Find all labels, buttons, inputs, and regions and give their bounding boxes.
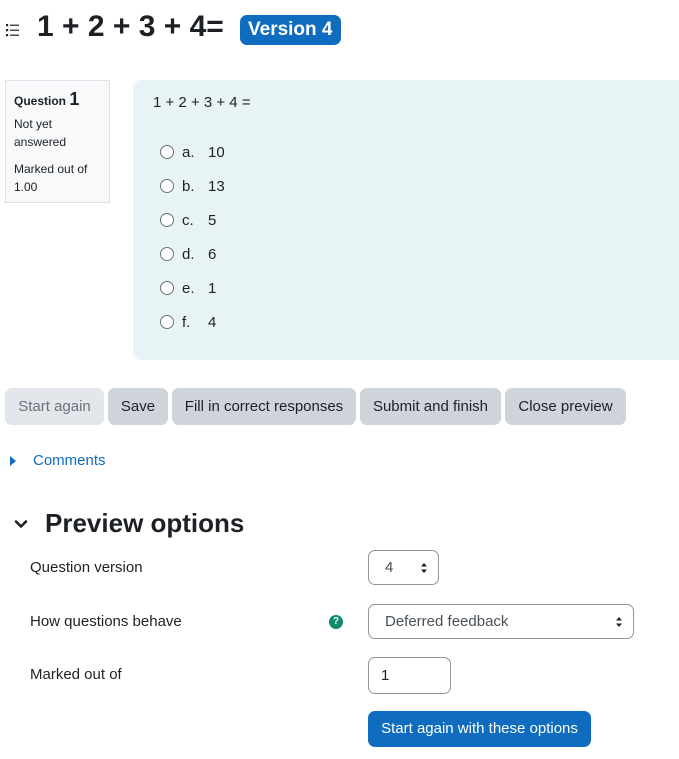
radio-button[interactable] xyxy=(160,179,174,193)
behaviour-select[interactable]: Deferred feedback xyxy=(368,604,634,639)
question-grade: Marked out of 1.00 xyxy=(14,162,88,194)
sort-arrows-icon xyxy=(616,617,622,627)
fill-correct-button[interactable]: Fill in correct responses xyxy=(172,388,356,425)
question-number-value: 1 xyxy=(69,89,80,109)
behaviour-label: How questions behave xyxy=(30,613,182,630)
comments-label: Comments xyxy=(33,452,106,469)
submit-finish-button[interactable]: Submit and finish xyxy=(360,388,501,425)
answer-value: 13 xyxy=(208,177,225,195)
answer-option[interactable]: f. 4 xyxy=(160,311,216,333)
page-title: 1 + 2 + 3 + 4= xyxy=(37,10,224,43)
question-version-value: 4 xyxy=(385,559,394,576)
start-again-with-options-button[interactable]: Start again with these options xyxy=(368,711,591,747)
answer-letter: f. xyxy=(182,313,191,331)
preview-options-title: Preview options xyxy=(45,508,245,538)
answer-letter: a. xyxy=(182,143,195,161)
question-info: Question 1 Not yet answered Marked out o… xyxy=(5,80,110,203)
radio-button[interactable] xyxy=(160,213,174,227)
answer-option[interactable]: e. 1 xyxy=(160,277,216,299)
answer-value: 1 xyxy=(208,279,217,297)
answer-value: 5 xyxy=(208,211,217,229)
close-preview-button[interactable]: Close preview xyxy=(505,388,626,425)
radio-button[interactable] xyxy=(160,281,174,295)
radio-button[interactable] xyxy=(160,145,174,159)
answer-value: 6 xyxy=(208,245,217,263)
list-icon[interactable] xyxy=(5,22,21,38)
behaviour-value: Deferred feedback xyxy=(385,613,509,630)
answer-option[interactable]: c. 5 xyxy=(160,209,216,231)
answer-letter: e. xyxy=(182,279,195,297)
version-badge: Version 4 xyxy=(240,15,341,45)
answer-value: 4 xyxy=(208,313,217,331)
question-number: Question 1 xyxy=(14,89,79,111)
question-circle-icon[interactable]: ? xyxy=(329,615,343,629)
save-button[interactable]: Save xyxy=(108,388,168,425)
marked-out-of-label: Marked out of xyxy=(30,666,122,683)
caret-right-icon xyxy=(10,455,16,466)
answer-letter: b. xyxy=(182,177,195,195)
question-label: Question xyxy=(14,94,67,108)
answer-option[interactable]: a. 10 xyxy=(160,141,225,163)
question-state: Not yet answered xyxy=(14,117,67,149)
question-content: 1 + 2 + 3 + 4 = a. 10 b. 13 c. 5 d. 6 e.… xyxy=(133,80,679,360)
answer-value: 10 xyxy=(208,143,225,161)
comments-toggle[interactable]: Comments xyxy=(10,452,106,469)
marked-out-of-input[interactable]: 1 xyxy=(368,657,451,694)
radio-button[interactable] xyxy=(160,315,174,329)
preview-options-toggle[interactable]: Preview options xyxy=(13,508,244,539)
answer-option[interactable]: d. 6 xyxy=(160,243,216,265)
answer-letter: c. xyxy=(182,211,194,229)
chevron-down-icon xyxy=(14,519,28,528)
start-again-button[interactable]: Start again xyxy=(5,388,104,425)
question-text: 1 + 2 + 3 + 4 = xyxy=(153,94,251,111)
answer-letter: d. xyxy=(182,245,195,263)
answer-option[interactable]: b. 13 xyxy=(160,175,225,197)
question-version-label: Question version xyxy=(30,559,143,576)
radio-button[interactable] xyxy=(160,247,174,261)
sort-arrows-icon xyxy=(421,563,427,573)
question-version-select[interactable]: 4 xyxy=(368,550,439,585)
